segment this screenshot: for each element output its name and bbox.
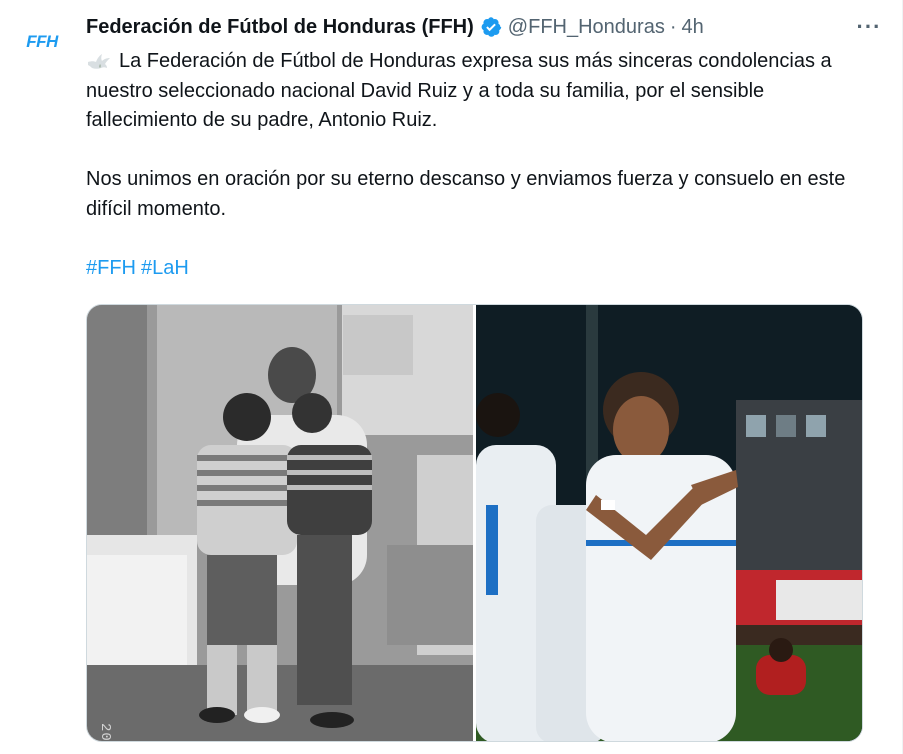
separator-dot: · [669, 15, 677, 38]
display-name[interactable]: Federación de Fútbol de Honduras (FFH) [86, 16, 474, 39]
tweet-paragraph-1: La Federación de Fútbol de Honduras expr… [86, 47, 866, 136]
hashtag-lah[interactable]: #LaH [141, 257, 189, 279]
tweet[interactable]: FFH Federación de Fútbol de Honduras (FF… [0, 0, 903, 754]
photo-player-celebrating[interactable] [476, 305, 862, 741]
more-icon[interactable]: ··· [856, 14, 882, 40]
tweet-paragraph-1-text: La Federación de Fútbol de Honduras expr… [86, 50, 832, 131]
photo-player-illustration [476, 305, 862, 741]
photo-date-stamp: 2006/12 [97, 723, 113, 741]
tweet-header: Federación de Fútbol de Honduras (FFH) @… [86, 13, 866, 41]
media-grid: 2006/12 [86, 304, 863, 742]
timestamp[interactable]: 4h [682, 16, 704, 39]
verified-badge-icon[interactable] [480, 16, 502, 38]
ffh-logo: FFH [26, 32, 58, 51]
tweet-paragraph-2: Nos unimos en oración por su eterno desc… [86, 168, 846, 220]
photo-family-illustration [87, 305, 473, 741]
hashtag-ffh[interactable]: #FFH [86, 257, 136, 279]
avatar[interactable]: FFH [14, 14, 70, 70]
tweet-text: La Federación de Fútbol de Honduras expr… [86, 47, 866, 283]
handle[interactable]: @FFH_Honduras [508, 16, 665, 39]
hashtags: #FFH #LaH [86, 254, 866, 284]
dove-icon [88, 54, 110, 69]
photo-family-black-and-white[interactable]: 2006/12 [87, 305, 473, 741]
